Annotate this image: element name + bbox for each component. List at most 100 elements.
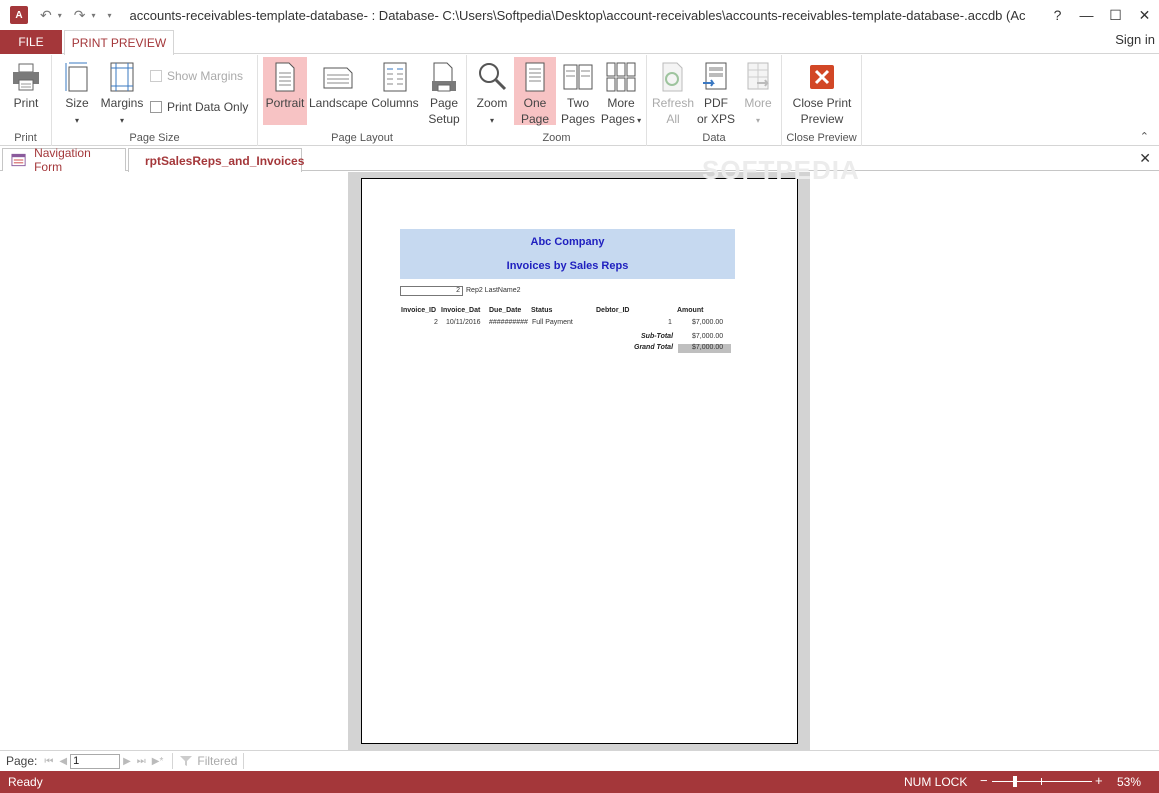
more-pages-icon — [606, 62, 636, 92]
more-pages-label-2: Pages — [600, 112, 635, 126]
magnifier-icon — [479, 63, 507, 91]
print-button[interactable]: Print — [4, 57, 48, 123]
margins-icon — [110, 62, 134, 92]
close-tab-icon[interactable]: ✕ — [1139, 150, 1151, 167]
help-button[interactable]: ? — [1043, 7, 1072, 23]
show-margins-checkbox[interactable]: Show Margins — [150, 69, 243, 83]
report-subtitle: Invoices by Sales Reps — [506, 260, 629, 272]
redo-icon[interactable]: ↷ — [74, 7, 86, 24]
tab-report[interactable]: rptSalesReps_and_Invoices — [128, 148, 304, 172]
size-button[interactable]: Size ▾ — [60, 57, 94, 129]
two-pages-icon — [563, 64, 593, 90]
columns-button[interactable]: Columns — [369, 57, 421, 125]
grand-total-label: Grand Total — [634, 344, 674, 351]
new-record-icon[interactable]: ▶* — [152, 756, 164, 767]
zoom-slider[interactable]: − + — [978, 773, 1106, 790]
tab-navigation-form[interactable]: Navigation Form — [2, 146, 126, 174]
tab-print-preview[interactable]: PRINT PREVIEW — [64, 30, 174, 55]
col-header-status: Status — [531, 307, 553, 314]
last-page-icon[interactable]: ⏭ — [137, 756, 146, 767]
report-header: Abc Company Invoices by Sales Reps — [400, 229, 735, 279]
close-preview-label-2: Preview — [800, 112, 844, 126]
two-pages-button[interactable]: Two Pages — [558, 57, 598, 126]
zoom-track — [992, 781, 1092, 782]
print-preview-area[interactable]: Abc Company Invoices by Sales Reps 2 Rep… — [0, 172, 1159, 750]
export-more-icon — [747, 62, 769, 90]
filter-toggle[interactable]: Filtered — [179, 754, 237, 768]
margins-button[interactable]: Margins ▾ — [98, 57, 146, 129]
one-page-label-1: One — [523, 96, 547, 110]
print-data-only-check-icon — [150, 101, 162, 113]
close-preview-group-label: Close Preview — [786, 132, 857, 144]
report-page[interactable]: Abc Company Invoices by Sales Reps 2 Rep… — [361, 178, 798, 744]
sign-in-link[interactable]: Sign in — [1115, 32, 1155, 47]
print-label: Print — [13, 96, 39, 110]
more-export-button[interactable]: More ▾ — [739, 57, 777, 129]
zoom-out-icon[interactable]: − — [980, 773, 988, 788]
refresh-all-label-2: All — [666, 112, 680, 126]
landscape-button[interactable]: Landscape — [309, 57, 368, 125]
undo-icon[interactable]: ↶ — [40, 7, 52, 24]
show-margins-check-icon — [150, 70, 162, 82]
report-company: Abc Company — [530, 236, 605, 248]
record-navigation-bar: Page: ⏮ ◀ 1 ▶ ⏭ ▶* Filtered — [0, 750, 1159, 771]
size-label: Size — [65, 96, 89, 110]
collapse-ribbon-icon[interactable]: ⌃ — [1140, 130, 1149, 143]
zoom-button[interactable]: Zoom ▾ — [472, 57, 512, 129]
zoom-percentage[interactable]: 53% — [1117, 775, 1141, 789]
data-group: Refresh All PDF or XPS More ▾ Data — [647, 55, 782, 146]
pdf-xps-button[interactable]: PDF or XPS — [697, 57, 736, 126]
tab-navigation-form-label: Navigation Form — [34, 146, 91, 174]
pdf-xps-label-2: or XPS — [697, 112, 736, 126]
undo-dropdown-icon[interactable]: ▾ — [58, 11, 62, 20]
refresh-icon — [662, 62, 683, 92]
close-print-preview-button[interactable]: Close Print Preview — [786, 57, 858, 126]
cell-debtor-id: 1 — [668, 319, 672, 326]
col-header-amount: Amount — [677, 307, 704, 314]
landscape-label: Landscape — [309, 96, 368, 110]
more-pages-label-1: More — [607, 96, 635, 110]
cell-invoice-id: 2 — [434, 319, 438, 326]
close-preview-group: Close Print Preview Close Preview — [782, 55, 862, 146]
first-page-icon[interactable]: ⏮ — [44, 756, 53, 767]
grand-total-value: $7,000.00 — [692, 344, 724, 351]
zoom-thumb[interactable] — [1013, 776, 1018, 787]
maximize-button[interactable]: ☐ — [1101, 7, 1130, 24]
zoom-in-icon[interactable]: + — [1095, 773, 1103, 788]
print-data-only-checkbox[interactable]: Print Data Only — [150, 100, 248, 114]
previous-page-icon[interactable]: ◀ — [59, 756, 67, 767]
pdf-export-icon — [703, 62, 727, 90]
page-setup-button[interactable]: Page Setup — [424, 57, 464, 129]
quick-access-toolbar: ↶ ▾ ↷ ▾ ▾ — [40, 7, 124, 24]
col-header-debtor-id: Debtor_ID — [596, 307, 630, 314]
ribbon: Print Print Size ▾ Margins ▾ Show Margin… — [0, 55, 1159, 146]
filter-icon — [180, 756, 193, 766]
one-page-button[interactable]: One Page — [514, 57, 556, 126]
more-pages-button[interactable]: More Pages ▾ — [600, 57, 642, 126]
close-window-button[interactable]: ✕ — [1130, 7, 1159, 24]
rep-name: Rep2 LastName2 — [466, 287, 521, 294]
subtotal-value: $7,000.00 — [692, 333, 724, 340]
cell-invoice-date: 10/11/2016 — [446, 319, 481, 326]
window-controls: ? — ☐ ✕ — [1043, 0, 1159, 30]
page-layout-group-label: Page Layout — [331, 132, 393, 144]
portrait-button[interactable]: Portrait — [263, 57, 307, 125]
zoom-group-label: Zoom — [542, 132, 571, 144]
cell-status: Full Payment — [532, 319, 573, 326]
print-data-only-label: Print Data Only — [167, 100, 249, 114]
portrait-icon — [275, 62, 295, 92]
columns-label: Columns — [371, 96, 419, 110]
customize-qat-icon[interactable]: ▾ — [108, 11, 112, 20]
portrait-label: Portrait — [265, 96, 305, 110]
close-preview-icon — [810, 65, 834, 89]
refresh-all-button[interactable]: Refresh All — [651, 57, 695, 129]
next-page-icon[interactable]: ▶ — [123, 756, 131, 767]
page-number-input[interactable]: 1 — [70, 753, 121, 769]
tab-file[interactable]: FILE — [0, 30, 62, 54]
redo-dropdown-icon[interactable]: ▾ — [91, 11, 95, 20]
one-page-label-2: Page — [520, 112, 550, 126]
access-app-icon[interactable]: A — [10, 6, 28, 24]
minimize-button[interactable]: — — [1072, 7, 1101, 23]
more-export-label: More — [744, 96, 772, 110]
pdf-xps-label-1: PDF — [704, 96, 728, 110]
